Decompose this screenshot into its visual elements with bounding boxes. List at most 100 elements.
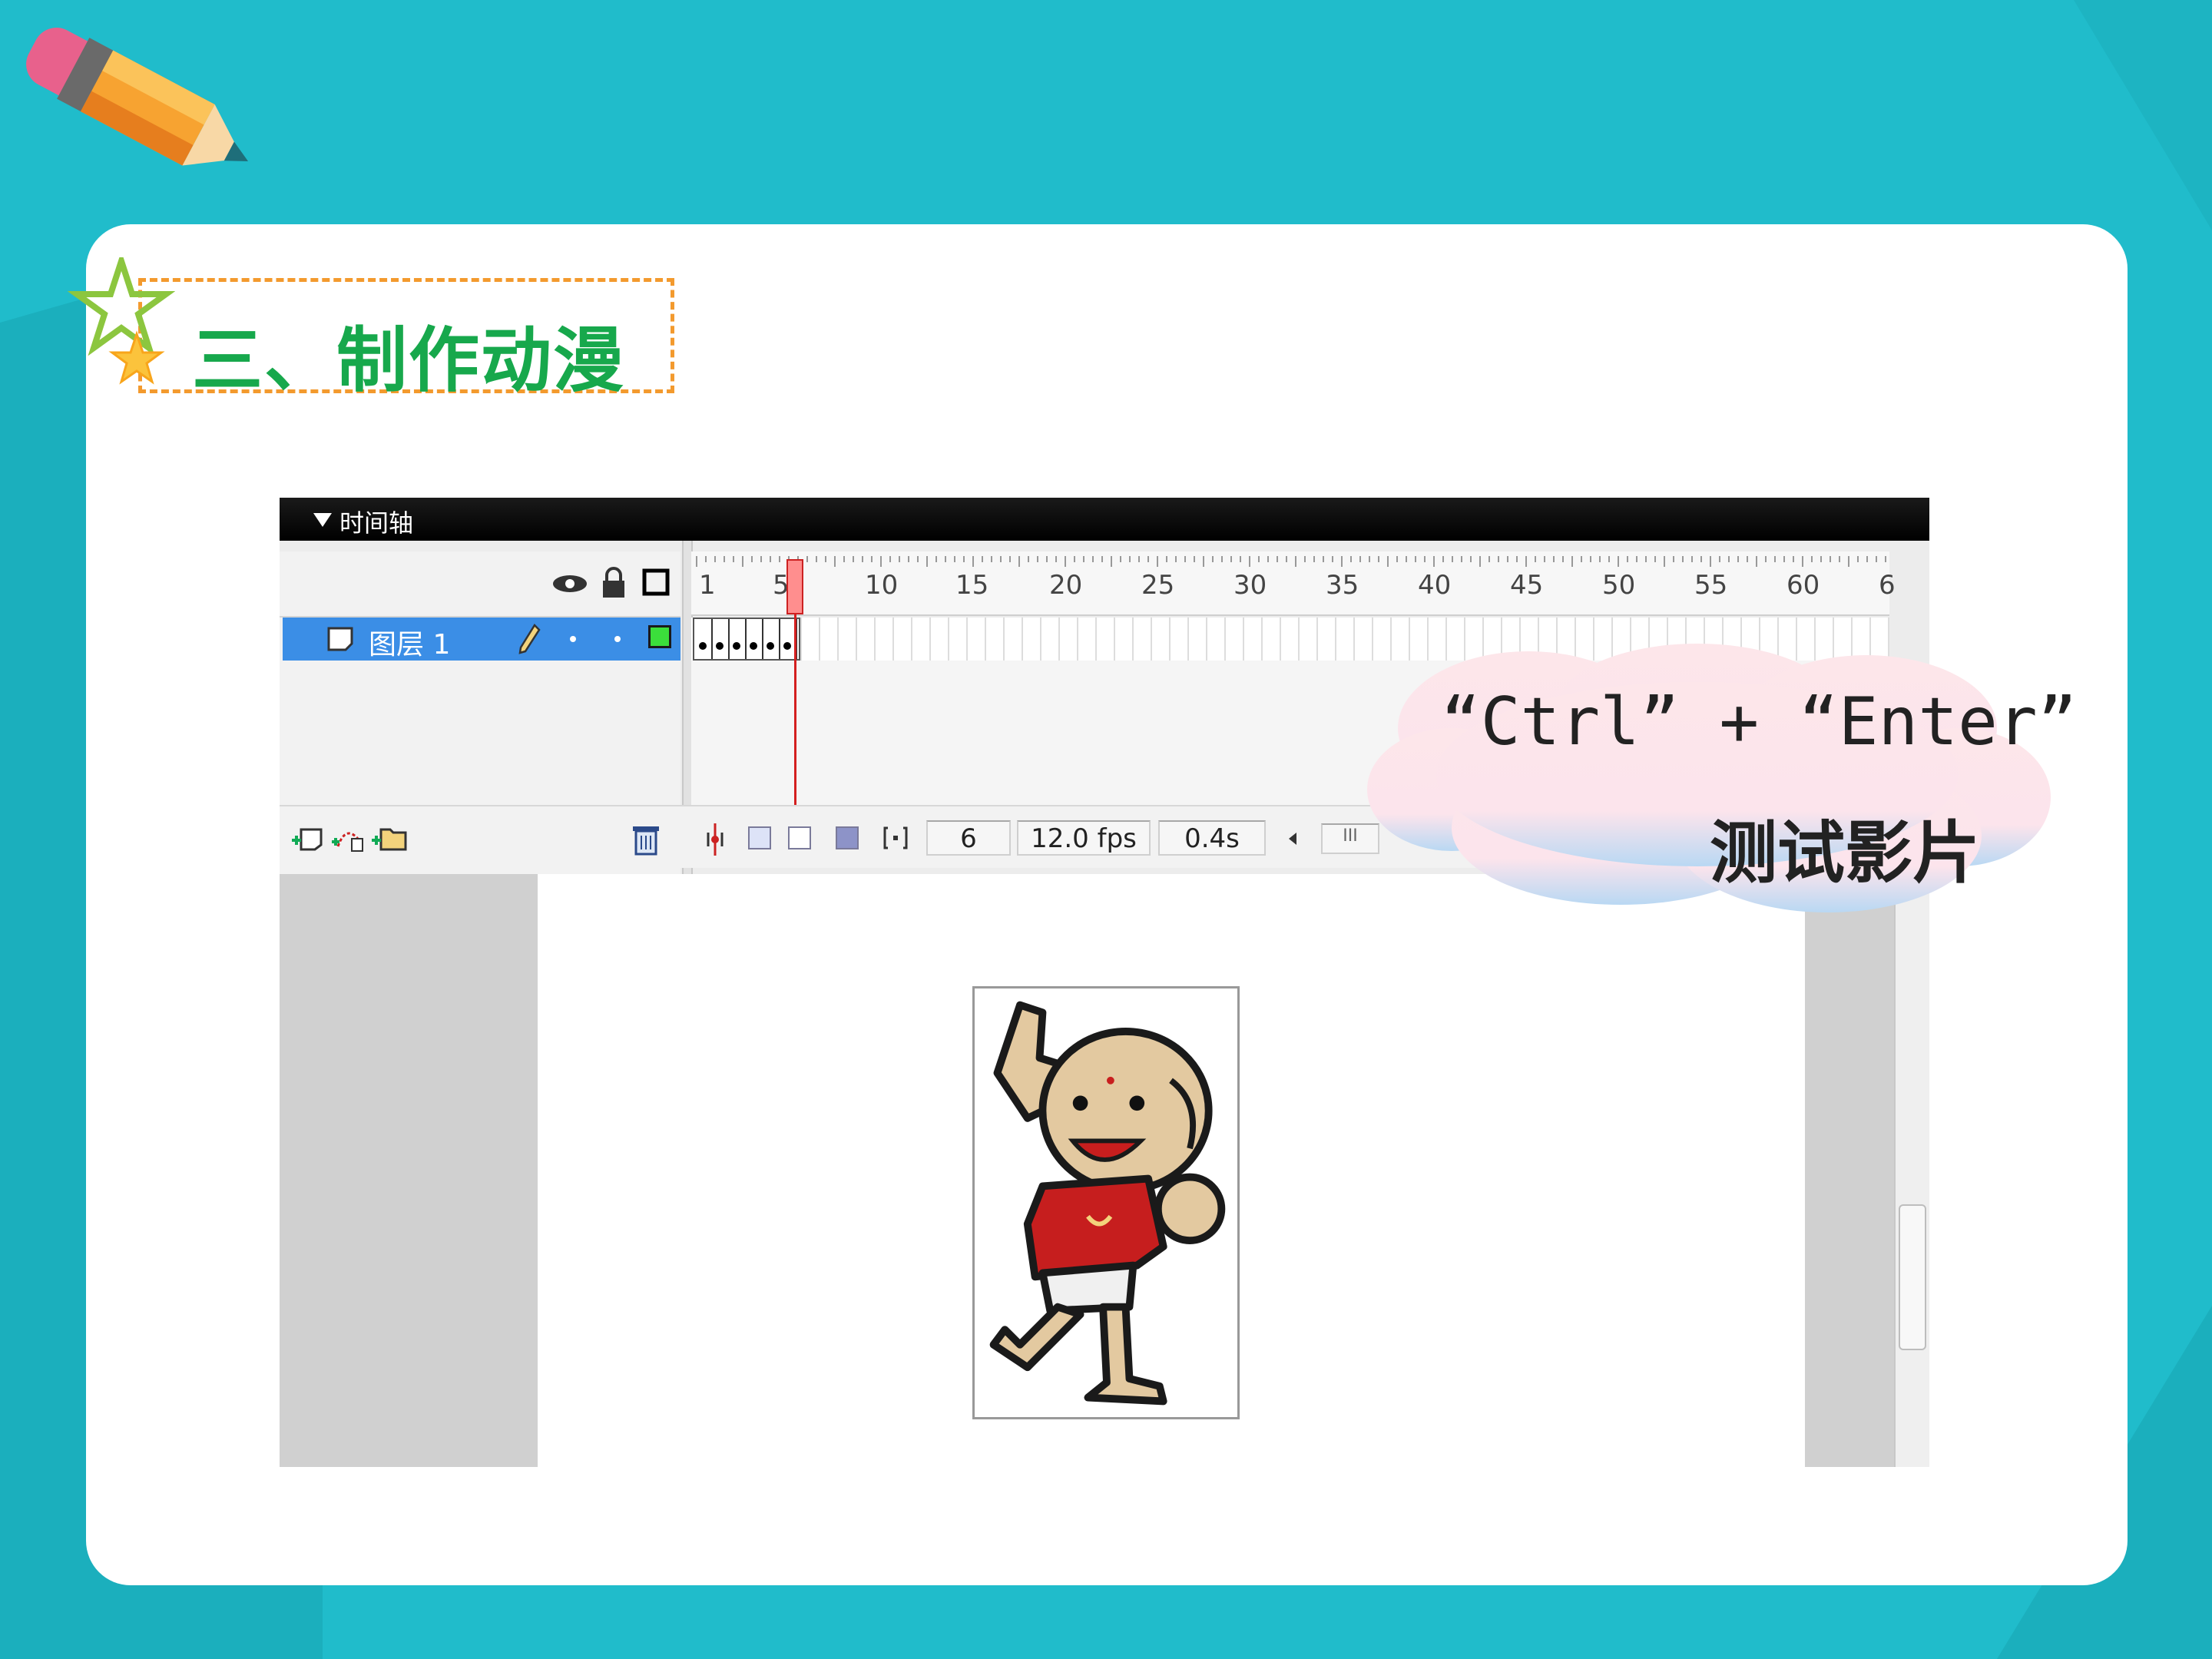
keyframe-dot[interactable] xyxy=(767,642,774,650)
ruler-tick xyxy=(843,556,845,562)
ruler-tick xyxy=(1332,556,1333,562)
ruler-tick xyxy=(1055,556,1057,562)
ruler-tick xyxy=(1433,556,1435,567)
layer-name[interactable]: 图层 1 xyxy=(369,622,450,662)
keyframe-divider xyxy=(711,619,713,659)
ruler-tick xyxy=(1581,556,1582,562)
ruler-tick xyxy=(1221,556,1223,562)
keyframe-divider xyxy=(762,619,763,659)
ruler-tick xyxy=(1553,556,1555,562)
ruler-tick xyxy=(908,556,909,562)
center-frame-icon[interactable] xyxy=(704,822,727,857)
ruler-tick xyxy=(1866,556,1868,562)
keyframe-dot[interactable] xyxy=(716,642,724,650)
ruler-tick xyxy=(1848,556,1849,567)
layer-row[interactable]: 图层 1 xyxy=(283,618,680,661)
ruler-tick xyxy=(1811,556,1813,562)
visibility-dot[interactable] xyxy=(570,636,576,642)
layer-icon xyxy=(327,627,353,651)
ruler-tick xyxy=(825,556,826,562)
keyframe-dot[interactable] xyxy=(783,642,791,650)
ruler-tick xyxy=(991,556,992,562)
keyframe-dot[interactable] xyxy=(699,642,707,650)
ruler-tick xyxy=(1747,556,1748,562)
frame-rate-field[interactable]: 12.0 fps xyxy=(1017,820,1151,856)
ruler-tick xyxy=(954,556,955,562)
ruler-tick xyxy=(1212,556,1214,562)
ruler-tick xyxy=(1599,556,1601,562)
character-bounding-box[interactable] xyxy=(972,986,1240,1419)
ruler-tick xyxy=(1037,556,1038,562)
ruler-tick xyxy=(1765,556,1767,562)
current-frame-field: 6 xyxy=(926,820,1011,856)
collapse-triangle-icon[interactable] xyxy=(313,513,332,527)
callout-caption: 测试影片 xyxy=(1710,813,1981,892)
ruler-tick xyxy=(1590,556,1591,562)
keyframe-dot[interactable] xyxy=(750,642,757,650)
lock-dot[interactable] xyxy=(614,636,621,642)
modify-onion-markers-icon[interactable] xyxy=(882,825,909,851)
scroll-left-icon[interactable] xyxy=(1286,830,1301,848)
ruler-tick xyxy=(1535,556,1536,562)
ruler-tick xyxy=(880,556,882,567)
vertical-scroll-thumb[interactable] xyxy=(1899,1204,1926,1350)
ruler-tick xyxy=(1230,556,1232,562)
ruler-tick xyxy=(963,556,965,562)
ruler-tick xyxy=(1756,556,1757,567)
ruler-tick xyxy=(1700,556,1702,562)
ruler-tick xyxy=(806,556,808,562)
ruler-tick xyxy=(1046,556,1048,562)
ruler-tick xyxy=(899,556,900,562)
ruler-tick xyxy=(1691,556,1693,562)
ruler-tick xyxy=(1461,556,1462,562)
ruler-number: 20 xyxy=(1049,570,1083,601)
ruler-tick xyxy=(862,556,863,562)
ruler-tick xyxy=(871,556,873,562)
ruler-tick xyxy=(1479,556,1481,567)
onion-skin-outline-icon[interactable] xyxy=(788,826,811,849)
ruler-tick xyxy=(1341,556,1343,567)
frame-ruler[interactable]: 1 5 10 15 20 25 30 35 40 45 50 55 60 6 xyxy=(691,551,1896,616)
star-icon xyxy=(68,257,175,385)
ruler-tick xyxy=(1470,556,1472,562)
ruler-tick xyxy=(1516,556,1518,562)
ruler-tick xyxy=(1157,556,1158,567)
keyframe-dot[interactable] xyxy=(733,642,740,650)
lock-icon[interactable] xyxy=(601,567,627,599)
ruler-number: 30 xyxy=(1233,570,1267,601)
ruler-tick xyxy=(1498,556,1499,562)
edit-multiple-frames-icon[interactable] xyxy=(836,826,859,849)
ruler-tick xyxy=(1277,556,1278,562)
playhead-line xyxy=(794,613,796,822)
ruler-tick xyxy=(1396,556,1398,562)
insert-folder-icon[interactable] xyxy=(370,822,409,854)
ruler-number: 1 xyxy=(699,570,716,601)
timeline-titlebar[interactable]: 时间轴 xyxy=(280,498,1929,541)
outline-color-swatch[interactable] xyxy=(648,625,671,648)
ruler-number: 60 xyxy=(1786,570,1820,601)
vertical-scrollbar[interactable] xyxy=(1894,874,1929,1467)
ruler-tick xyxy=(1415,556,1416,562)
ruler-tick xyxy=(834,556,836,567)
trash-icon[interactable] xyxy=(631,822,661,856)
onion-skin-icon[interactable] xyxy=(748,826,771,849)
ruler-tick xyxy=(926,556,928,567)
eye-icon[interactable] xyxy=(551,571,588,596)
outline-icon[interactable] xyxy=(642,568,670,596)
ruler-tick xyxy=(1654,556,1656,562)
ruler-tick xyxy=(696,556,697,567)
insert-layer-icon[interactable] xyxy=(290,823,326,854)
ruler-tick xyxy=(1627,556,1628,562)
ruler-tick xyxy=(1286,556,1287,562)
ruler-tick xyxy=(1147,556,1149,562)
ruler-tick xyxy=(733,556,734,562)
playhead[interactable] xyxy=(786,559,803,614)
ruler-tick xyxy=(1101,556,1103,562)
ruler-tick xyxy=(1857,556,1859,562)
keyframes[interactable] xyxy=(693,618,800,661)
ruler-tick xyxy=(1876,556,1877,562)
ruler-tick xyxy=(1111,556,1112,567)
motion-guide-icon[interactable] xyxy=(330,823,366,854)
ruler-tick xyxy=(1378,556,1379,562)
ruler-tick xyxy=(1184,556,1186,562)
